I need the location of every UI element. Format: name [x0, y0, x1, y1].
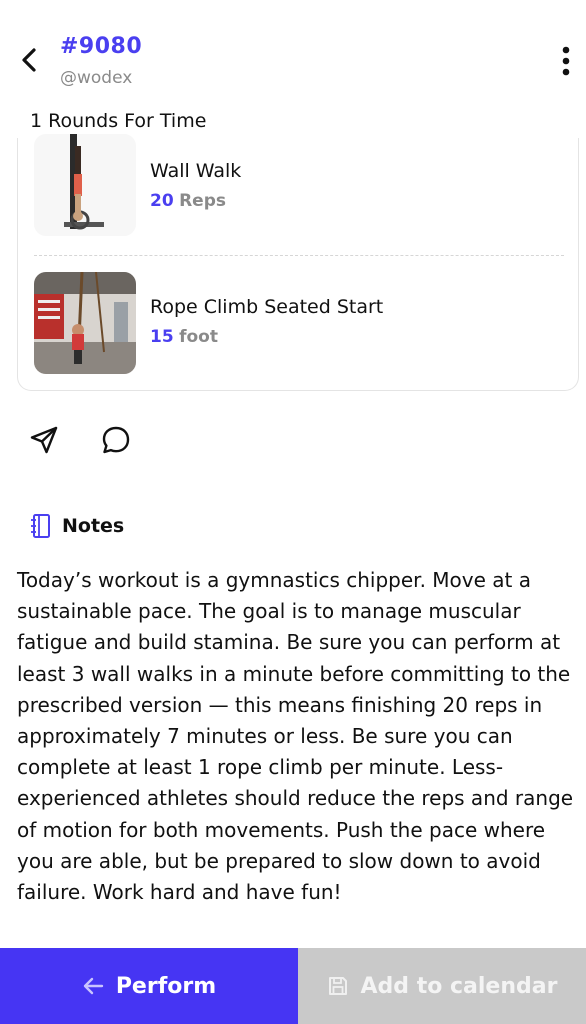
exercise-card: Wall Walk 20 Reps Rope Climb Seated Star… — [17, 134, 579, 391]
chevron-left-icon — [22, 48, 36, 72]
exercise-row[interactable] — [18, 272, 578, 376]
exercise-row[interactable]: Wall Walk 20 Reps — [18, 134, 578, 242]
exercise-name: Wall Walk — [150, 160, 242, 182]
perform-button[interactable]: Perform — [0, 948, 298, 1024]
workout-id: #9080 — [60, 34, 143, 59]
calendar-label: Add to calendar — [360, 973, 558, 999]
exercise-thumbnail — [34, 272, 136, 374]
rounds-label: 1 Rounds For Time — [30, 110, 207, 132]
comment-bubble-icon — [102, 426, 130, 454]
notes-title: Notes — [62, 515, 125, 537]
amount-unit: foot — [179, 327, 218, 347]
save-icon — [327, 975, 349, 997]
send-icon — [30, 426, 58, 454]
bottom-action-bar: Perform Add to calendar — [0, 948, 586, 1024]
comment-button[interactable] — [96, 420, 136, 460]
exercise-divider — [34, 255, 564, 256]
add-to-calendar-button[interactable]: Add to calendar — [298, 948, 586, 1024]
notes-body: Today’s workout is a gymnastics chipper.… — [17, 568, 574, 905]
more-options-button[interactable] — [552, 42, 580, 80]
share-button[interactable] — [24, 420, 64, 460]
exercise-name: Rope Climb Seated Start — [150, 296, 384, 318]
amount-value: 20 — [150, 191, 174, 211]
exercise-amount: 15 foot — [150, 327, 218, 347]
more-vertical-icon — [562, 46, 570, 76]
author-handle[interactable]: @wodex — [60, 68, 132, 88]
arrow-left-icon — [82, 976, 104, 996]
notes-header: Notes — [30, 508, 124, 544]
exercise-thumbnail — [34, 134, 136, 236]
amount-unit: Reps — [179, 191, 226, 211]
action-row — [24, 420, 224, 460]
amount-value: 15 — [150, 327, 174, 347]
notebook-icon — [31, 514, 50, 538]
back-button[interactable] — [14, 44, 46, 76]
exercise-amount: 20 Reps — [150, 191, 226, 211]
perform-label: Perform — [115, 973, 217, 999]
header: #9080 @wodex — [0, 0, 586, 110]
